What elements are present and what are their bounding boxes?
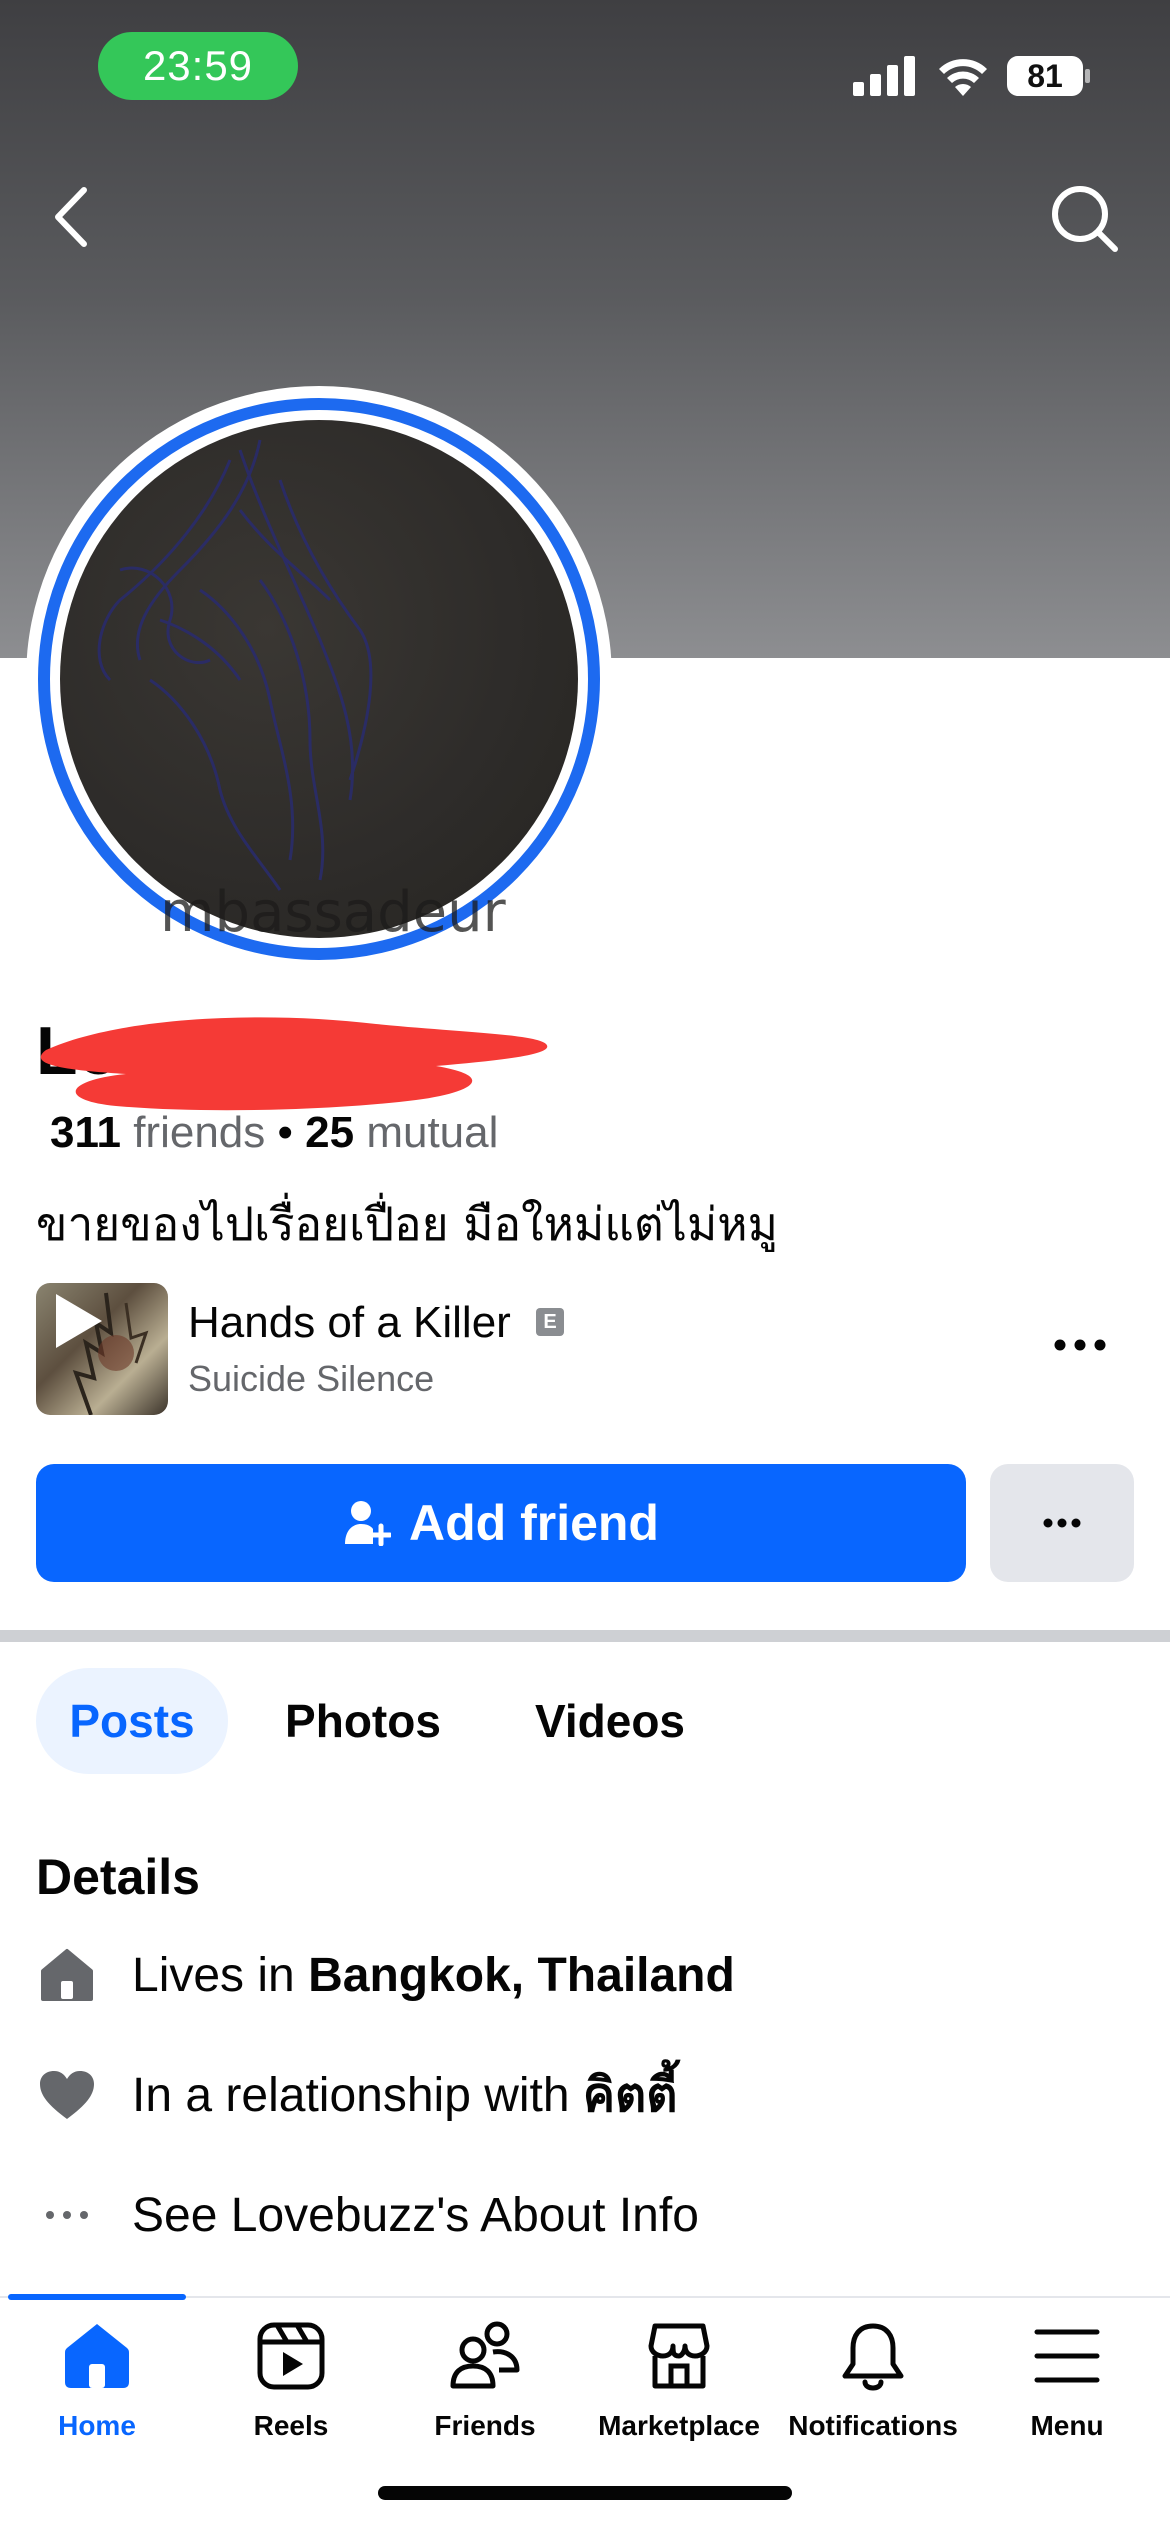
nav-reels-label: Reels (253, 2410, 329, 2441)
nav-notifications[interactable]: Notifications (776, 2320, 970, 2460)
redaction-mark (40, 1017, 548, 1111)
mutual-label: mutual (354, 1108, 499, 1157)
nav-reels[interactable]: Reels (194, 2320, 388, 2460)
heart-icon (36, 2064, 98, 2126)
nav-marketplace-label: Marketplace (598, 2410, 760, 2441)
friends-summary[interactable]: 311 friends • 25 mutual (50, 1108, 498, 1158)
tab-photos[interactable]: Photos (258, 1668, 468, 1774)
active-tab-indicator (8, 2294, 186, 2300)
menu-icon (1034, 2329, 1100, 2383)
bell-icon (842, 2323, 904, 2391)
play-icon[interactable] (48, 1290, 106, 1352)
nav-friends[interactable]: Friends (388, 2320, 582, 2460)
marketplace-icon (648, 2323, 710, 2389)
home-icon (65, 2324, 129, 2388)
about-info-link[interactable]: See Lovebuzz's About Info (132, 2188, 699, 2243)
friends-icon (450, 2321, 520, 2389)
profile-more-button[interactable] (990, 1464, 1134, 1582)
lives-prefix: Lives in (132, 1948, 309, 2002)
house-icon (36, 1944, 98, 2006)
add-friend-button[interactable]: Add friend (36, 1464, 966, 1582)
home-indicator[interactable] (378, 2486, 792, 2500)
nav-menu-label: Menu (1030, 2410, 1104, 2441)
more-options-icon[interactable] (1050, 1330, 1110, 1360)
tab-posts[interactable]: Posts (36, 1668, 228, 1774)
relationship-prefix: In a relationship with (132, 2069, 583, 2122)
detail-lives-in: Lives in Bangkok, Thailand (36, 1940, 1136, 2010)
mutual-count: 25 (305, 1108, 355, 1157)
nav-friends-label: Friends (434, 2410, 536, 2441)
nav-home[interactable]: Home (0, 2320, 194, 2460)
section-divider (0, 1630, 1170, 1642)
explicit-badge: E (536, 1308, 564, 1336)
nav-home-label: Home (58, 2410, 136, 2441)
battery-level: 81 (1027, 57, 1063, 94)
separator-dot: • (265, 1108, 306, 1157)
detail-about-link[interactable]: See Lovebuzz's About Info (36, 2180, 1136, 2250)
ellipsis-icon (1043, 1518, 1081, 1528)
search-icon[interactable] (1048, 182, 1120, 254)
wifi-icon (939, 59, 987, 96)
add-friend-icon (345, 1501, 391, 1546)
details-heading: Details (36, 1849, 200, 1905)
nav-menu[interactable]: Menu (970, 2320, 1164, 2460)
nav-marketplace[interactable]: Marketplace (582, 2320, 776, 2460)
song-title: Hands of a Killer (188, 1298, 511, 1347)
profile-picture[interactable] (60, 420, 578, 938)
profile-bio: ขายของไปเรื่อยเปื่อย มือใหม่แต่ไม่หมู (36, 1197, 778, 1251)
detail-relationship: In a relationship with คิตตี้ (36, 2060, 1136, 2130)
song-artist: Suicide Silence (188, 1358, 435, 1399)
add-friend-label: Add friend (409, 1495, 659, 1551)
relationship-partner[interactable]: คิตตี้ (583, 2067, 677, 2123)
battery-icon: 81 (1006, 55, 1092, 97)
tab-videos[interactable]: Videos (508, 1668, 712, 1774)
avatar-watermark-text: mbassadeur (160, 880, 506, 945)
friends-label: friends (120, 1108, 266, 1157)
friends-count: 311 (50, 1108, 121, 1157)
nav-notifications-label: Notifications (788, 2410, 958, 2441)
back-arrow-icon[interactable] (50, 186, 90, 248)
lives-place: Bangkok, Thailand (308, 1948, 735, 2002)
cellular-signal-icon (853, 56, 915, 96)
status-time: 23:59 (98, 32, 298, 100)
reels-icon (257, 2322, 325, 2390)
avatar-drawing (97, 439, 373, 891)
ellipsis-icon (36, 2184, 98, 2246)
